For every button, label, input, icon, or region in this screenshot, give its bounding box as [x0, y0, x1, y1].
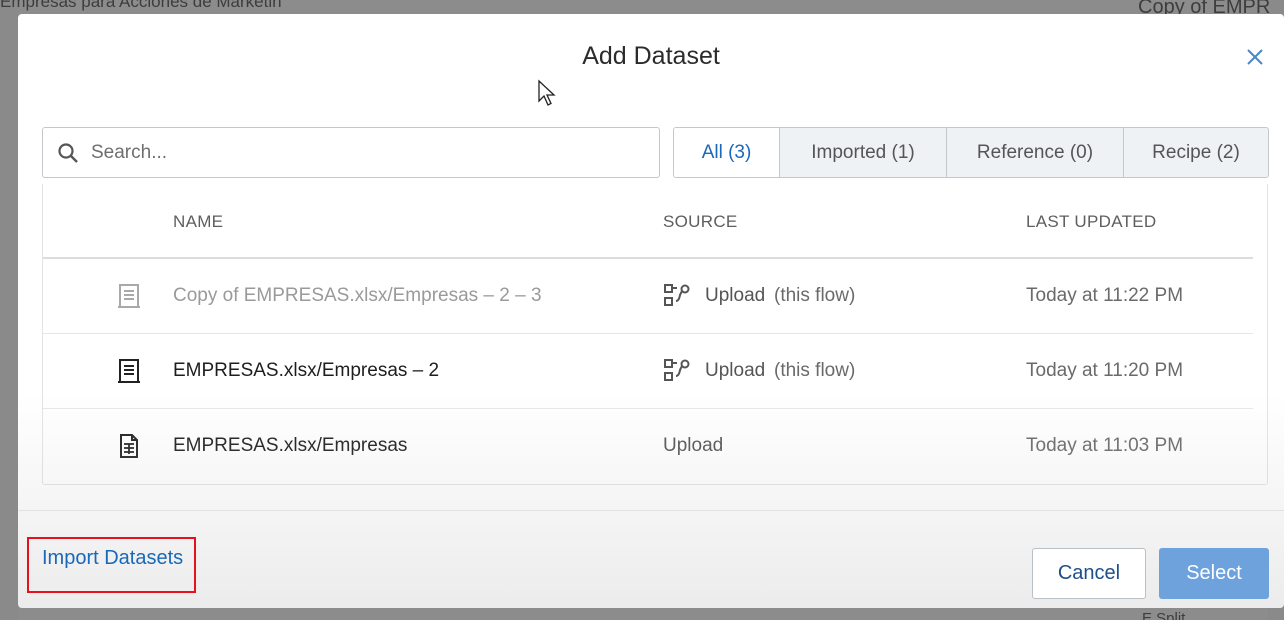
table-header: NAME SOURCE LAST UPDATED: [43, 184, 1253, 259]
table-row[interactable]: Copy of EMPRESAS.xlsx/Empresas – 2 – 3 U…: [43, 259, 1253, 334]
datasets-table: NAME SOURCE LAST UPDATED Copy of EMPRESA…: [42, 184, 1268, 485]
imported-dataset-icon: [120, 434, 138, 458]
background-flow-title: Empresas para Acciones de Marketin: [0, 0, 282, 11]
dataset-name: EMPRESAS.xlsx/Empresas: [173, 435, 408, 456]
recipe-dataset-icon: [118, 359, 140, 383]
tab-all[interactable]: All (3): [674, 128, 779, 177]
dataset-last-updated: Today at 11:20 PM: [1026, 360, 1184, 381]
dataset-source: Upload: [705, 360, 766, 381]
footer-divider: [18, 510, 1284, 511]
background-left-panel: [0, 0, 18, 620]
recipe-dataset-icon: [118, 284, 140, 308]
background-step-label: E Split: [1142, 610, 1186, 620]
dataset-source-note: (this flow): [774, 360, 856, 381]
close-icon[interactable]: [1244, 46, 1266, 68]
search-icon: [58, 143, 78, 163]
dataset-source: Upload: [705, 285, 766, 306]
dataset-last-updated: Today at 11:03 PM: [1026, 435, 1184, 456]
table-row[interactable]: EMPRESAS.xlsx/Empresas Upload Today at 1…: [43, 409, 1253, 484]
table-row[interactable]: EMPRESAS.xlsx/Empresas – 2 Upload (this …: [43, 334, 1253, 409]
dataset-last-updated: Today at 11:22 PM: [1026, 285, 1184, 306]
column-header-source[interactable]: SOURCE: [663, 212, 738, 232]
dataset-name: EMPRESAS.xlsx/Empresas – 2: [173, 360, 440, 381]
column-header-last-updated[interactable]: LAST UPDATED: [1026, 212, 1157, 232]
dataset-source: Upload: [663, 435, 724, 456]
cancel-button[interactable]: Cancel: [1032, 548, 1146, 599]
tab-recipe[interactable]: Recipe (2): [1123, 128, 1268, 177]
search-input[interactable]: [91, 136, 641, 170]
select-button[interactable]: Select: [1159, 548, 1269, 599]
flow-icon: [664, 284, 690, 306]
tab-reference[interactable]: Reference (0): [946, 128, 1123, 177]
filter-tabs: All (3) Imported (1) Reference (0) Recip…: [673, 127, 1269, 178]
dataset-name: Copy of EMPRESAS.xlsx/Empresas – 2 – 3: [173, 285, 542, 306]
dialog-title: Add Dataset: [582, 42, 720, 70]
highlight-box: [27, 537, 196, 593]
add-dataset-dialog: Add Dataset All (3) Imported (1) Referen…: [18, 14, 1284, 608]
flow-icon: [664, 359, 690, 381]
column-header-name[interactable]: NAME: [173, 212, 223, 232]
search-box: [42, 127, 660, 178]
dataset-source-note: (this flow): [774, 285, 856, 306]
tab-imported[interactable]: Imported (1): [779, 128, 946, 177]
